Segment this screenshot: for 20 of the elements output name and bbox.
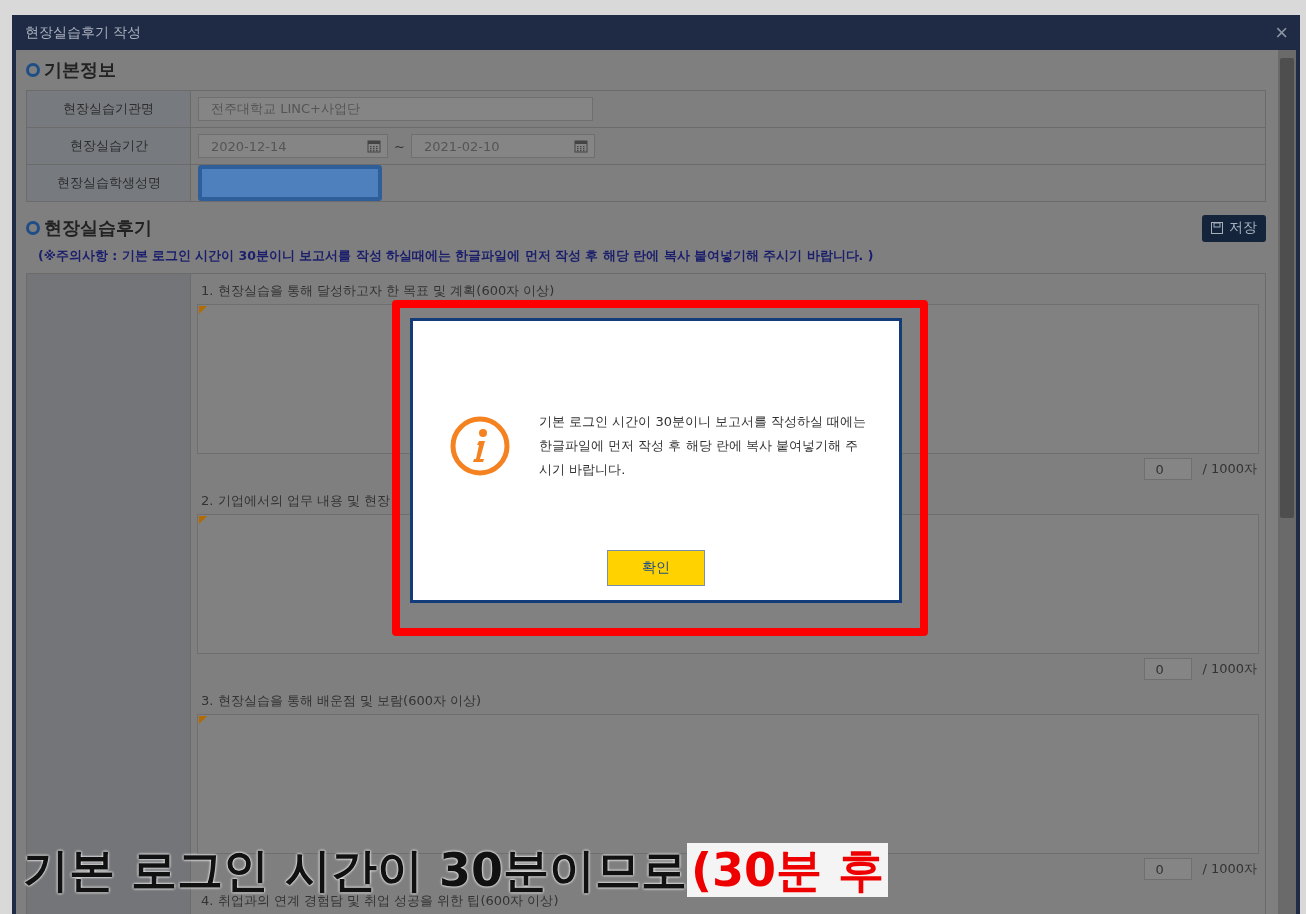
question-label: 2. 기업에서의 업무 내용 및 현장 bbox=[200, 492, 392, 510]
char-count-field: 0 bbox=[1144, 858, 1193, 880]
char-limit-label: / 1000자 bbox=[1202, 460, 1257, 478]
row-label: 현장실습기관명 bbox=[27, 91, 191, 127]
row-label: 현장실습학생성명 bbox=[27, 165, 191, 201]
question-label: 4. 취업과의 연계 경험담 및 취업 성공을 위한 팁(600자 이상) bbox=[200, 893, 559, 910]
window-title: 현장실습후기 작성 bbox=[25, 23, 142, 42]
section-heading: 기본정보 bbox=[44, 58, 116, 82]
char-count-field: 0 bbox=[1144, 458, 1193, 480]
alert-message: 기본 로그인 시간이 30분이니 보고서를 작성하실 때에는 한글파일에 먼저 작성 후 해당 란에 복사 붙여넣기해 주시기 바랍니다. bbox=[539, 412, 868, 479]
question-label: 3. 현장실습을 통해 배운점 및 보람(600자 이상) bbox=[200, 692, 483, 710]
char-limit-label: / 1000자 bbox=[1202, 860, 1257, 878]
row-label: 현장실습기간 bbox=[27, 128, 191, 164]
char-count-field: 0 bbox=[1144, 658, 1193, 680]
range-separator: ~ bbox=[394, 138, 405, 154]
char-limit-label: / 1000자 bbox=[1202, 660, 1257, 678]
question-label: 1. 현장실습을 통해 달성하고자 한 목표 및 계획(600자 이상) bbox=[200, 282, 556, 300]
section-heading: 현장실습후기 bbox=[44, 216, 152, 240]
caption-highlight: (30분 후 bbox=[687, 843, 889, 897]
notice-text: (※주의사항 : 기본 로그인 시간이 30분이니 보고서를 작성 하실때에는 한글파일에 먼저 작성 후 해당 란에 복사 붙여넣기해 주시기 바랍니다. ) bbox=[38, 248, 875, 265]
